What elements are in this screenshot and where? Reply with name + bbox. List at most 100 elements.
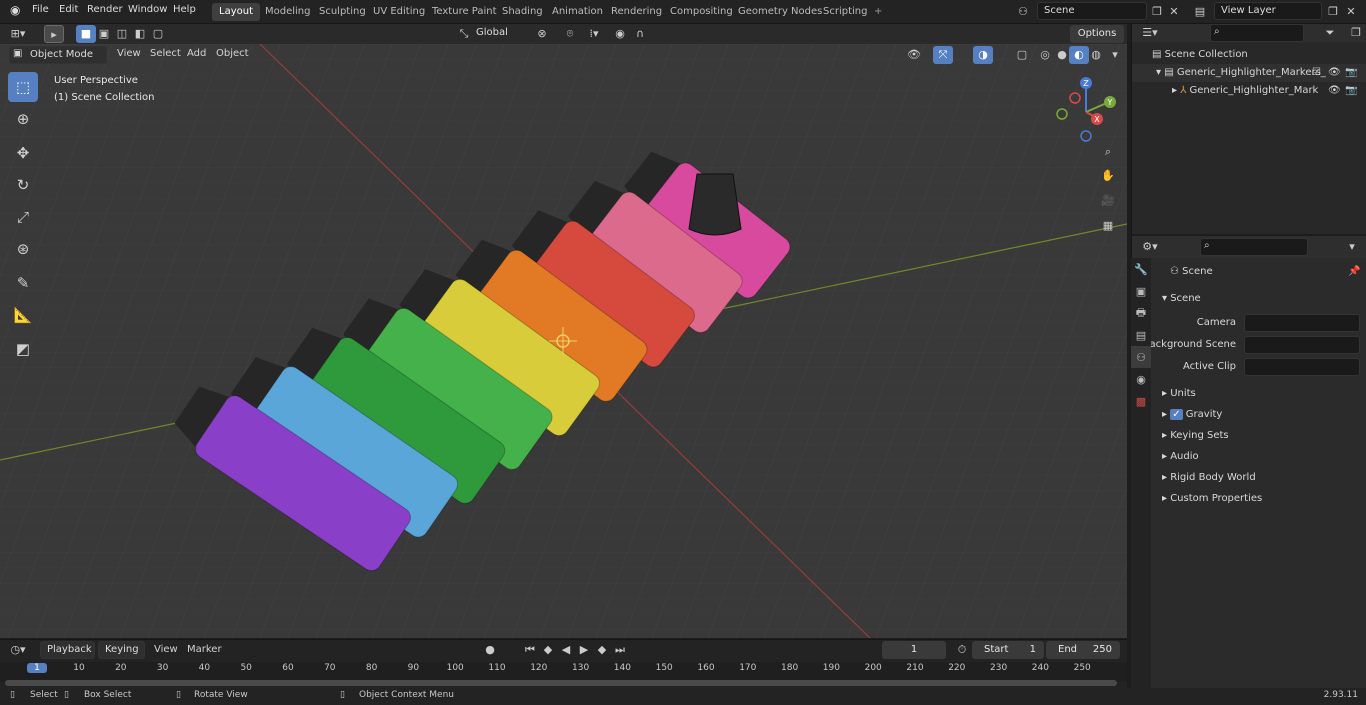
outliner-editor-icon[interactable]: ☰▾ bbox=[1140, 24, 1160, 42]
gizmo-toggle-icon[interactable]: ⤧ bbox=[933, 46, 953, 64]
camera-icon[interactable]: 📷 bbox=[1345, 82, 1357, 100]
panel-audio[interactable]: ▸ Audio bbox=[1158, 447, 1363, 467]
panel-rigid-body-world[interactable]: ▸ Rigid Body World bbox=[1158, 468, 1363, 488]
view-layer-icon[interactable]: ▤ bbox=[1190, 3, 1210, 21]
pan-hand-icon[interactable]: ✋ bbox=[1098, 167, 1118, 185]
timeline-scrollbar[interactable] bbox=[5, 680, 1117, 686]
mode-subtract-icon[interactable]: ◫ bbox=[112, 25, 132, 43]
mode-invert-icon[interactable]: ◧ bbox=[130, 25, 150, 43]
tab-geometry-nodes[interactable]: Geometry Nodes bbox=[731, 3, 829, 21]
filter-icon[interactable]: ⏷ bbox=[1320, 24, 1340, 42]
overlay-toggle-icon[interactable]: ◑ bbox=[973, 46, 993, 64]
gravity-checkbox[interactable]: ✓ bbox=[1170, 409, 1183, 420]
visibility-icon[interactable]: 👁 bbox=[904, 46, 924, 64]
menu-object[interactable]: Object bbox=[216, 48, 249, 59]
proportional-edit-icon[interactable]: ◉ bbox=[610, 25, 630, 43]
texture-tab-icon[interactable]: ▩ bbox=[1131, 390, 1151, 412]
options-dropdown[interactable]: Options bbox=[1070, 25, 1124, 43]
mode-intersect-icon[interactable]: ▢ bbox=[148, 25, 168, 43]
eye-icon[interactable]: 👁 bbox=[1328, 64, 1341, 82]
eye-icon[interactable]: 👁 bbox=[1328, 82, 1341, 100]
navigation-gizmo[interactable]: Z Y X bbox=[1052, 74, 1122, 144]
tab-texture-paint[interactable]: Texture Paint bbox=[425, 3, 504, 21]
scene-selector-icon[interactable]: ⚇ bbox=[1013, 3, 1033, 21]
measure-tool-icon[interactable]: 📐 bbox=[8, 300, 38, 330]
render-tab-icon[interactable]: ▣ bbox=[1131, 280, 1151, 302]
tab-scripting[interactable]: Scripting bbox=[816, 3, 874, 21]
menu-render[interactable]: Render bbox=[87, 4, 123, 15]
annotate-tool-icon[interactable]: ✎ bbox=[8, 268, 38, 298]
perspective-toggle-icon[interactable]: ▦ bbox=[1098, 217, 1118, 235]
pin-icon[interactable]: 📌 bbox=[1348, 262, 1360, 282]
menu-view[interactable]: View bbox=[117, 48, 141, 59]
tab-modeling[interactable]: Modeling bbox=[258, 3, 318, 21]
tab-compositing[interactable]: Compositing bbox=[663, 3, 740, 21]
timeline-view-menu[interactable]: View bbox=[154, 644, 178, 655]
view-layer-field[interactable]: View Layer bbox=[1214, 2, 1322, 20]
rendered-shading-icon[interactable]: ◍ bbox=[1086, 46, 1106, 64]
keying-menu[interactable]: Keying bbox=[98, 641, 145, 659]
scene-name-field[interactable]: Scene bbox=[1037, 2, 1147, 20]
timeline-editor-icon[interactable]: ◷▾ bbox=[8, 641, 28, 659]
snap-icon[interactable]: ⌾ bbox=[560, 25, 580, 43]
properties-search-input[interactable] bbox=[1200, 238, 1308, 256]
camera-field[interactable] bbox=[1244, 314, 1360, 332]
tab-shading[interactable]: Shading bbox=[495, 3, 550, 21]
jump-end-icon[interactable]: ⏭ bbox=[610, 641, 630, 659]
tab-animation[interactable]: Animation bbox=[545, 3, 610, 21]
active-tool-icon[interactable]: ▸ bbox=[44, 25, 64, 43]
properties-editor-icon[interactable]: ⚙▾ bbox=[1140, 238, 1160, 256]
camera-view-icon[interactable]: 🎥 bbox=[1098, 192, 1118, 210]
stopwatch-icon[interactable]: ⏱ bbox=[952, 641, 972, 659]
new-collection-icon[interactable]: ❐ bbox=[1346, 24, 1366, 42]
tab-sculpting[interactable]: Sculpting bbox=[312, 3, 373, 21]
menu-select[interactable]: Select bbox=[150, 48, 181, 59]
record-icon[interactable]: ● bbox=[480, 641, 500, 659]
add-cube-tool-icon[interactable]: ◩ bbox=[8, 334, 38, 364]
next-keyframe-icon[interactable]: ◆ bbox=[592, 641, 612, 659]
falloff-icon[interactable]: ∩ bbox=[630, 25, 650, 43]
tab-uv-editing[interactable]: UV Editing bbox=[366, 3, 432, 21]
blender-logo-icon[interactable]: ◉ bbox=[10, 3, 20, 17]
delete-scene-icon[interactable]: ✕ bbox=[1164, 3, 1184, 21]
shading-options-icon[interactable]: ▾ bbox=[1105, 46, 1125, 64]
editor-type-icon[interactable]: ⊞▾ bbox=[8, 25, 28, 43]
marker-menu[interactable]: Marker bbox=[187, 644, 222, 655]
checkbox-icon[interactable]: ☑ bbox=[1312, 64, 1321, 82]
move-tool-icon[interactable]: ✥ bbox=[8, 138, 38, 168]
play-reverse-icon[interactable]: ◀ bbox=[556, 641, 576, 659]
transform-tool-icon[interactable]: ⊛ bbox=[8, 234, 38, 264]
playback-menu[interactable]: Playback bbox=[40, 641, 95, 659]
end-frame-field[interactable]: End 250 bbox=[1046, 641, 1120, 659]
mode-extend-icon[interactable]: ▣ bbox=[94, 25, 114, 43]
add-workspace-button[interactable]: + bbox=[867, 3, 889, 21]
delete-view-layer-icon[interactable]: ✕ bbox=[1341, 3, 1361, 21]
xray-icon[interactable]: ▢ bbox=[1012, 46, 1032, 64]
expand-arrow-icon[interactable]: ▸ bbox=[1172, 85, 1180, 96]
active-clip-field[interactable] bbox=[1244, 358, 1360, 376]
outliner-scene-collection[interactable]: ▤ Scene Collection bbox=[1132, 46, 1366, 64]
scale-tool-icon[interactable]: ⤢ bbox=[8, 202, 38, 232]
panel-keying-sets[interactable]: ▸ Keying Sets bbox=[1158, 426, 1363, 446]
properties-options-icon[interactable]: ▾ bbox=[1342, 238, 1362, 256]
panel-custom-properties[interactable]: ▸ Custom Properties bbox=[1158, 489, 1363, 509]
menu-add[interactable]: Add bbox=[187, 48, 206, 59]
panel-units[interactable]: ▸ Units bbox=[1158, 384, 1363, 404]
output-tab-icon[interactable]: 🖶 bbox=[1131, 302, 1151, 324]
scene-tab-icon[interactable]: ⚇ bbox=[1131, 346, 1151, 368]
play-icon[interactable]: ▶ bbox=[574, 641, 594, 659]
camera-icon[interactable]: 📷 bbox=[1345, 64, 1357, 82]
rotate-tool-icon[interactable]: ↻ bbox=[8, 170, 38, 200]
cursor-tool-icon[interactable]: ⊕ bbox=[8, 104, 38, 134]
menu-file[interactable]: File bbox=[32, 4, 49, 15]
snap-target-icon[interactable]: ⁞▾ bbox=[584, 25, 604, 43]
start-frame-field[interactable]: Start 1 bbox=[972, 641, 1044, 659]
outliner-search-input[interactable] bbox=[1210, 24, 1304, 42]
mode-new-icon[interactable]: ■ bbox=[76, 25, 96, 43]
background-scene-field[interactable] bbox=[1244, 336, 1360, 354]
transform-orientation-dropdown[interactable]: Global bbox=[470, 25, 525, 43]
tab-layout[interactable]: Layout bbox=[212, 3, 260, 21]
mode-dropdown[interactable]: Object Mode bbox=[9, 46, 107, 64]
new-view-layer-icon[interactable]: ❐ bbox=[1323, 3, 1343, 21]
3d-viewport[interactable]: User Perspective (1) Scene Collection Z … bbox=[0, 44, 1127, 638]
